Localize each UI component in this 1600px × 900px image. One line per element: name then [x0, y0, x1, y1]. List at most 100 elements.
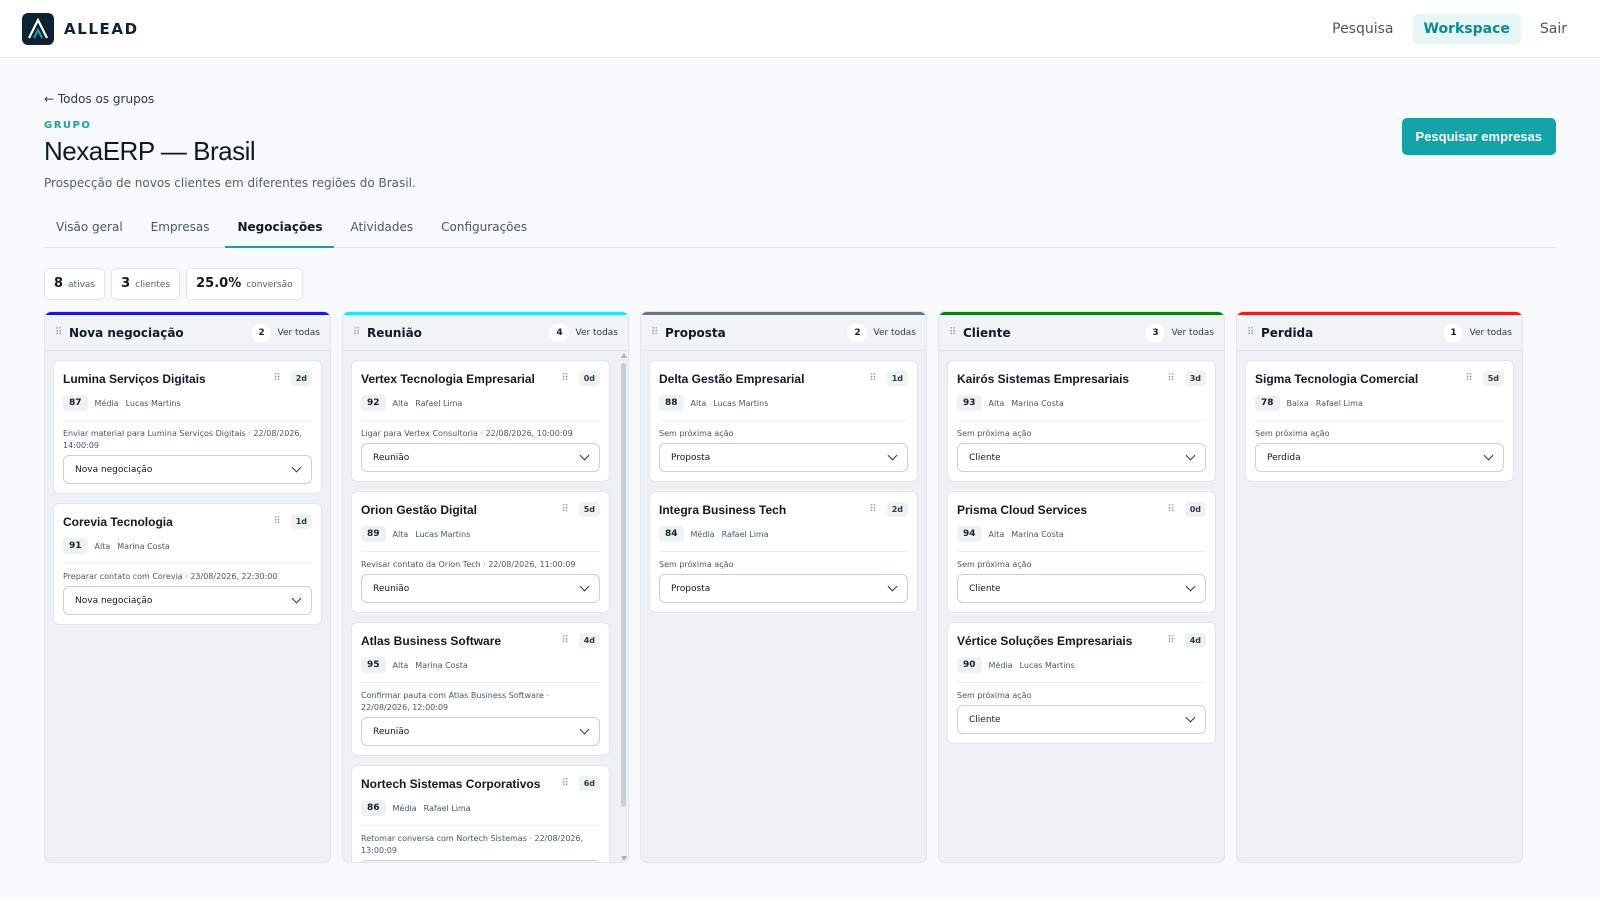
- deal-company-name[interactable]: Atlas Business Software: [361, 634, 561, 648]
- stage-select[interactable]: Reunião: [361, 443, 600, 472]
- card-header: Sigma Tecnologia Comercial ⠿ 5d: [1255, 371, 1504, 386]
- card-header: Orion Gestão Digital ⠿ 5d: [361, 502, 600, 517]
- chevron-down-icon: [579, 581, 590, 592]
- drag-handle-icon[interactable]: ⠿: [1247, 327, 1261, 338]
- deal-owner: Rafael Lima: [415, 398, 463, 408]
- scroll-up-icon[interactable]: [621, 353, 627, 358]
- tab-atividades[interactable]: Atividades: [338, 212, 425, 247]
- page-title: NexaERP — Brasil: [44, 136, 256, 166]
- deal-age-badge: 3d: [1184, 371, 1206, 386]
- tab-configura-es[interactable]: Configurações: [429, 212, 539, 247]
- deal-card[interactable]: Orion Gestão Digital ⠿ 5d 89 Alta Lucas Marti…: [351, 491, 610, 613]
- stage-select[interactable]: Cliente: [957, 574, 1206, 603]
- stage-select[interactable]: Cliente: [957, 443, 1206, 472]
- deal-company-name[interactable]: Vértice Soluções Empresariais: [957, 634, 1167, 648]
- next-action-text: Sem próxima ação: [659, 560, 734, 569]
- drag-handle-icon[interactable]: ⠿: [273, 516, 280, 527]
- drag-handle-icon[interactable]: ⠿: [1167, 635, 1174, 646]
- tab-empresas[interactable]: Empresas: [139, 212, 222, 247]
- view-all-link[interactable]: Ver todas: [575, 328, 618, 338]
- brand[interactable]: ALLEAD: [22, 12, 139, 45]
- stage-select[interactable]: Proposta: [659, 574, 908, 603]
- deal-age-badge: 4d: [578, 633, 600, 648]
- deal-card[interactable]: Delta Gestão Empresarial ⠿ 1d 88 Alta Lucas M…: [649, 360, 918, 482]
- next-action-text: Sem próxima ação: [957, 691, 1032, 700]
- search-companies-button[interactable]: Pesquisar empresas: [1401, 118, 1556, 155]
- next-action-text: Revisar contato da Orion Tech · 22/08/20…: [361, 560, 576, 569]
- deal-company-name[interactable]: Delta Gestão Empresarial: [659, 372, 869, 386]
- drag-handle-icon[interactable]: ⠿: [1465, 373, 1472, 384]
- deal-card[interactable]: Vertex Tecnologia Empresarial ⠿ 0d 92 Alta Ra…: [351, 360, 610, 482]
- deal-meta: 90 Média Lucas Martins: [957, 657, 1206, 683]
- pipeline-board: ⠿ Nova negociação 2 Ver todas Lumina Serviço…: [44, 311, 1556, 863]
- drag-handle-icon[interactable]: ⠿: [353, 327, 367, 338]
- nav-workspace[interactable]: Workspace: [1412, 13, 1521, 44]
- stat-label: clientes: [135, 280, 171, 290]
- column-header: ⠿ Proposta 2 Ver todas: [641, 315, 926, 351]
- view-all-link[interactable]: Ver todas: [873, 328, 916, 338]
- scrollbar-thumb[interactable]: [621, 363, 626, 807]
- deal-company-name[interactable]: Corevia Tecnologia: [63, 515, 273, 529]
- stage-select[interactable]: Reunião: [361, 860, 600, 862]
- drag-handle-icon[interactable]: ⠿: [561, 635, 568, 646]
- drag-handle-icon[interactable]: ⠿: [55, 327, 69, 338]
- deal-card[interactable]: Prisma Cloud Services ⠿ 0d 94 Alta Marina Cos…: [947, 491, 1216, 613]
- scroll-down-icon[interactable]: [621, 856, 627, 861]
- deal-owner: Lucas Martins: [713, 398, 769, 408]
- view-all-link[interactable]: Ver todas: [277, 328, 320, 338]
- deal-company-name[interactable]: Lumina Serviços Digitais: [63, 372, 273, 386]
- back-link[interactable]: ← Todos os grupos: [44, 92, 154, 106]
- deal-card[interactable]: Corevia Tecnologia ⠿ 1d 91 Alta Marina Costa P…: [53, 503, 322, 625]
- deal-company-name[interactable]: Sigma Tecnologia Comercial: [1255, 372, 1465, 386]
- deal-score-badge: 88: [659, 395, 684, 411]
- view-all-link[interactable]: Ver todas: [1171, 328, 1214, 338]
- nav-search[interactable]: Pesquisa: [1321, 14, 1404, 44]
- deal-company-name[interactable]: Orion Gestão Digital: [361, 503, 561, 517]
- drag-handle-icon[interactable]: ⠿: [869, 504, 876, 515]
- deal-card[interactable]: Nortech Sistemas Corporativos ⠿ 6d 86 Média R…: [351, 765, 610, 862]
- stage-select[interactable]: Reunião: [361, 574, 600, 603]
- deal-owner: Lucas Martins: [125, 398, 181, 408]
- tab-negocia-es[interactable]: Negociações: [225, 212, 335, 248]
- stage-select-value: Nova negociação: [75, 595, 153, 606]
- nav-logout[interactable]: Sair: [1529, 14, 1578, 44]
- stage-select[interactable]: Perdida: [1255, 443, 1504, 472]
- top-nav: Pesquisa Workspace Sair: [1321, 13, 1578, 44]
- deal-card[interactable]: Sigma Tecnologia Comercial ⠿ 5d 78 Baixa Rafa…: [1245, 360, 1514, 482]
- stage-select-value: Nova negociação: [75, 464, 153, 475]
- drag-handle-icon[interactable]: ⠿: [949, 327, 963, 338]
- tab-vis-o-geral[interactable]: Visão geral: [44, 212, 135, 247]
- stage-select[interactable]: Reunião: [361, 717, 600, 746]
- deal-score-badge: 78: [1255, 395, 1280, 411]
- drag-handle-icon[interactable]: ⠿: [651, 327, 665, 338]
- deal-company-name[interactable]: Nortech Sistemas Corporativos: [361, 777, 561, 791]
- column-scrollbar[interactable]: [619, 351, 627, 862]
- next-action-text: Preparar contato com Corevia · 23/08/202…: [63, 572, 278, 581]
- deal-card[interactable]: Lumina Serviços Digitais ⠿ 2d 87 Média Lucas …: [53, 360, 322, 494]
- stage-select[interactable]: Nova negociação: [63, 455, 312, 484]
- deal-company-name[interactable]: Kairós Sistemas Empresariais: [957, 372, 1167, 386]
- drag-handle-icon[interactable]: ⠿: [1167, 504, 1174, 515]
- stage-select[interactable]: Nova negociação: [63, 586, 312, 615]
- drag-handle-icon[interactable]: ⠿: [1167, 373, 1174, 384]
- pipeline-column: ⠿ Nova negociação 2 Ver todas Lumina Serviço…: [44, 311, 331, 863]
- stage-select[interactable]: Cliente: [957, 705, 1206, 734]
- stage-select[interactable]: Proposta: [659, 443, 908, 472]
- next-action-text: Sem próxima ação: [957, 560, 1032, 569]
- drag-handle-icon[interactable]: ⠿: [561, 778, 568, 789]
- drag-handle-icon[interactable]: ⠿: [561, 373, 568, 384]
- deal-card[interactable]: Kairós Sistemas Empresariais ⠿ 3d 93 Alta Mar…: [947, 360, 1216, 482]
- card-header: Integra Business Tech ⠿ 2d: [659, 502, 908, 517]
- deal-card[interactable]: Integra Business Tech ⠿ 2d 84 Média Rafael Li…: [649, 491, 918, 613]
- deal-card[interactable]: Vértice Soluções Empresariais ⠿ 4d 90 Média L…: [947, 622, 1216, 744]
- drag-handle-icon[interactable]: ⠿: [561, 504, 568, 515]
- deal-company-name[interactable]: Integra Business Tech: [659, 503, 869, 517]
- deal-company-name[interactable]: Vertex Tecnologia Empresarial: [361, 372, 561, 386]
- view-all-link[interactable]: Ver todas: [1469, 328, 1512, 338]
- deal-company-name[interactable]: Prisma Cloud Services: [957, 503, 1167, 517]
- drag-handle-icon[interactable]: ⠿: [273, 373, 280, 384]
- drag-handle-icon[interactable]: ⠿: [869, 373, 876, 384]
- stat-label: conversão: [246, 280, 293, 290]
- pipeline-column: ⠿ Cliente 3 Ver todas Kairós Sistemas Empres…: [938, 311, 1225, 863]
- deal-card[interactable]: Atlas Business Software ⠿ 4d 95 Alta Marina C…: [351, 622, 610, 756]
